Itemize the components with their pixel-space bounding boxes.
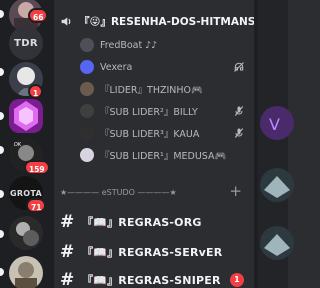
channel-name: 『📖』REGRAS-ORG <box>82 216 202 229</box>
voice-member-name: 『SUB LIDER¹』MEDUSA🎮 <box>100 151 227 162</box>
hash-icon: # <box>60 212 75 232</box>
svg-text:DK: DK <box>14 142 22 148</box>
mention-badge: 1 <box>230 273 244 287</box>
muted-icon <box>234 128 244 138</box>
unread-pip <box>0 190 4 198</box>
avatar <box>80 60 94 74</box>
server-icon-right-1[interactable]: V <box>260 106 294 140</box>
voice-member-name: 『LIDER』THZINHO🎮 <box>100 85 203 96</box>
channel-name: 『📖』REGRAS-SNIPER <box>82 274 221 287</box>
voice-member[interactable]: 『SUB LIDER³』KAUA <box>80 124 245 142</box>
voice-member-name: 『SUB LIDER³』KAUA <box>100 129 200 140</box>
server-badge: 71 <box>26 198 47 213</box>
voice-member[interactable]: 『SUB LIDER²』BILLY <box>80 102 245 120</box>
speaker-icon <box>61 16 71 26</box>
server-icon-right-2[interactable] <box>260 168 294 202</box>
channel-list: 『😜』RESENHA-DOS-HITMANS FredBoat ♪♪ Vexer… <box>54 0 255 288</box>
avatar <box>80 148 94 162</box>
adjacent-panel: V <box>258 0 294 288</box>
unread-pip <box>0 268 4 276</box>
voice-member[interactable]: FredBoat ♪♪ <box>80 36 245 54</box>
voice-member[interactable]: 『SUB LIDER¹』MEDUSA🎮 <box>80 146 245 164</box>
server-badge: 159 <box>24 160 50 175</box>
server-icon-tdr[interactable]: TDR <box>9 26 43 60</box>
unread-pip <box>0 230 4 238</box>
category-label: ★———— eSTUDO ————★ <box>60 187 177 197</box>
voice-channel-name: 『😜』RESENHA-DOS-HITMANS <box>79 15 256 28</box>
unread-pip <box>0 68 4 76</box>
unread-pip <box>0 146 4 154</box>
hash-icon: # <box>60 242 75 262</box>
voice-channel[interactable]: 『😜』RESENHA-DOS-HITMANS <box>60 12 255 30</box>
avatar <box>80 38 94 52</box>
server-rail: 66 TDR 1 DK 159 GROTA 71 <box>0 0 54 288</box>
deafened-icon <box>234 62 244 72</box>
voice-member[interactable]: 『LIDER』THZINHO🎮 <box>80 80 245 98</box>
text-channel[interactable]: # 『📖』REGRAS-SNIPER 1 <box>60 268 250 288</box>
server-icon-4[interactable] <box>9 99 43 133</box>
voice-member-name: 『SUB LIDER²』BILLY <box>100 107 198 118</box>
voice-member[interactable]: Vexera <box>80 58 245 76</box>
channel-name: 『📖』REGRAS-SERvER <box>82 246 223 259</box>
svg-text:V: V <box>269 115 280 134</box>
server-icon-8[interactable] <box>9 256 43 288</box>
server-icon-right-3[interactable] <box>260 226 294 260</box>
voice-member-name: Vexera <box>100 61 133 73</box>
avatar <box>80 104 94 118</box>
add-channel-icon[interactable]: + <box>229 182 242 200</box>
hash-icon: # <box>60 270 75 288</box>
muted-icon <box>234 106 244 116</box>
server-icon-7[interactable] <box>9 216 43 250</box>
text-channel[interactable]: # 『📖』REGRAS-SERvER <box>60 240 250 264</box>
voice-member-name: FredBoat ♪♪ <box>100 39 158 51</box>
unread-pip <box>0 10 4 18</box>
server-badge: 1 <box>28 84 44 99</box>
category-header[interactable]: ★———— eSTUDO ————★ + <box>60 182 248 201</box>
avatar <box>80 126 94 140</box>
avatar <box>80 82 94 96</box>
server-badge: 66 <box>28 8 49 23</box>
unread-pip <box>0 112 4 120</box>
text-channel[interactable]: # 『📖』REGRAS-ORG <box>60 210 250 234</box>
